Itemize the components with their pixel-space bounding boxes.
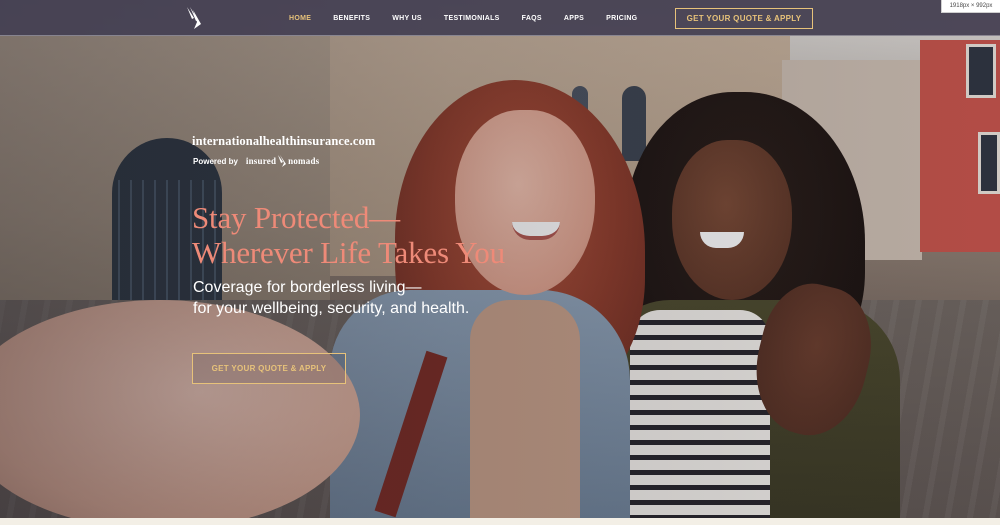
nav-links: HOME BENEFITS WHY US TESTIMONIALS FAQS A… — [289, 0, 637, 36]
nav-link-benefits[interactable]: BENEFITS — [333, 15, 370, 22]
nav-quote-apply-button[interactable]: GET YOUR QUOTE & APPLY — [675, 8, 813, 29]
partner-logo[interactable]: insured nomads — [246, 154, 319, 168]
nav-link-home[interactable]: HOME — [289, 15, 311, 22]
powered-by-label: Powered by — [193, 156, 238, 166]
hero-quote-apply-button[interactable]: GET YOUR QUOTE & APPLY — [192, 353, 346, 384]
partner-name-first: insured — [245, 156, 277, 166]
top-navbar: HOME BENEFITS WHY US TESTIMONIALS FAQS A… — [0, 0, 1000, 36]
nav-link-testimonials[interactable]: TESTIMONIALS — [444, 15, 500, 22]
brand-domain[interactable]: internationalhealthinsurance.com — [192, 134, 375, 149]
hero-headline: Stay Protected— Wherever Life Takes You — [192, 200, 505, 270]
nav-link-faqs[interactable]: FAQS — [522, 15, 542, 22]
hero-subheadline: Coverage for borderless living— for your… — [193, 277, 469, 319]
hero-subheadline-line-1: Coverage for borderless living— — [193, 279, 422, 296]
nav-link-why-us[interactable]: WHY US — [392, 15, 422, 22]
wing-logo-icon[interactable] — [185, 6, 203, 30]
partner-wing-icon — [278, 155, 287, 167]
hero-subheadline-line-2: for your wellbeing, security, and health… — [193, 300, 470, 317]
next-section-edge — [0, 518, 1000, 525]
partner-name-second: nomads — [288, 156, 320, 166]
hero-headline-line-2: Wherever Life Takes You — [192, 235, 505, 270]
hero-headline-line-1: Stay Protected— — [192, 200, 400, 235]
powered-by-row: Powered by insured nomads — [193, 154, 319, 168]
dimensions-badge: 1918px × 992px — [941, 0, 1000, 13]
nav-link-apps[interactable]: APPS — [564, 15, 584, 22]
nav-link-pricing[interactable]: PRICING — [606, 15, 637, 22]
